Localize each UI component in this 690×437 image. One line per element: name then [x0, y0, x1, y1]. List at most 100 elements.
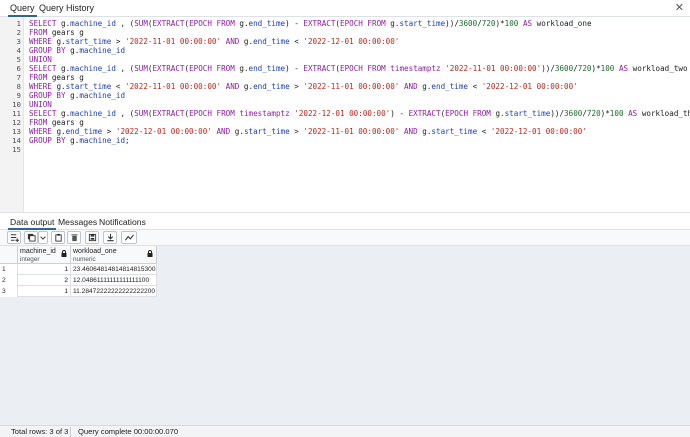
row-number[interactable]: 2	[0, 275, 18, 286]
code-token: ) -	[285, 19, 304, 28]
code-token: EXTRACT	[303, 19, 336, 28]
code-line[interactable]: SELECT g.machine_id , (SUM(EXTRACT(EPOCH…	[29, 109, 690, 118]
code-token: EPOCH FROM	[189, 109, 240, 118]
code-line[interactable]: FROM gears g	[29, 28, 84, 37]
cell-workload-one[interactable]: 11.28472222222222222200	[71, 286, 157, 297]
code-line[interactable]: GROUP BY g.machine_id	[29, 46, 125, 55]
code-token: GROUP BY	[29, 136, 71, 145]
code-token: UNION	[29, 55, 52, 64]
code-token: ) -	[285, 64, 304, 73]
tab-query-history[interactable]: Query History	[37, 2, 96, 17]
row-number[interactable]: 3	[0, 286, 18, 297]
lock-icon	[147, 250, 153, 257]
code-token: EXTRACT	[152, 64, 185, 73]
row-number[interactable]: 1	[0, 264, 18, 275]
column-header-workload-one[interactable]: workload_one numeric	[71, 246, 157, 264]
column-header-machine-id[interactable]: machine_id integer	[18, 246, 71, 264]
graph-visualiser-button[interactable]	[121, 231, 137, 244]
tab-messages[interactable]: Messages	[56, 216, 99, 230]
code-token: end_time	[65, 127, 103, 136]
code-token: g.	[495, 109, 505, 118]
code-token: machine_id	[79, 46, 126, 55]
code-token: '2022-12-01 00:00:00'	[115, 127, 212, 136]
save-data-button[interactable]	[85, 231, 99, 244]
line-number: 9	[16, 91, 21, 100]
cell-machine-id[interactable]: 1	[18, 286, 71, 297]
code-token: AS	[618, 64, 633, 73]
code-token: g.	[56, 82, 66, 91]
code-token: )*	[495, 19, 505, 28]
code-token: g.	[56, 127, 66, 136]
sql-editor[interactable]: 1 2 3 4 5 6 7 8 9 10 11 12 13 14 15 SELECT g.machine_i…	[0, 17, 690, 212]
table-row[interactable]: 2 2 12.04861111111111111100	[0, 275, 157, 286]
code-token: WHERE	[29, 127, 57, 136]
code-token: '2022-11-01 00:00:00'	[303, 127, 400, 136]
line-number: 12	[12, 118, 21, 127]
download-button[interactable]	[103, 231, 117, 244]
tab-query[interactable]: Query	[8, 2, 37, 17]
code-token: AND	[403, 127, 423, 136]
result-grid: machine_id integer workload_one numeric …	[0, 246, 690, 425]
code-token: '2022-11-01 00:00:00'	[303, 82, 400, 91]
tab-notifications[interactable]: Notifications	[97, 216, 148, 230]
code-line[interactable]: SELECT g.machine_id , (SUM(EXTRACT(EPOCH…	[29, 19, 592, 28]
code-token: 3600	[554, 64, 574, 73]
code-line[interactable]: WHERE g.end_time > '2022-12-01 00:00:00'…	[29, 127, 587, 136]
code-token: AND	[216, 127, 235, 136]
lock-icon	[61, 250, 67, 257]
code-token: ;	[125, 136, 130, 145]
cell-workload-one[interactable]: 23.46064814814814815300	[71, 264, 157, 275]
code-line[interactable]: GROUP BY g.machine_id	[29, 91, 125, 100]
code-token: , (	[115, 19, 135, 28]
code-line[interactable]: UNION	[29, 55, 52, 64]
data-output-toolbar	[0, 230, 690, 246]
code-token: '2022-12-01 00:00:00'	[303, 37, 400, 46]
code-token: machine_id	[79, 91, 126, 100]
paste-button[interactable]	[51, 231, 65, 244]
code-line[interactable]: SELECT g.machine_id , (SUM(EXTRACT(EPOCH…	[29, 64, 688, 73]
add-row-icon	[10, 234, 19, 242]
close-icon[interactable]: ✕	[675, 2, 684, 14]
code-token: gears g	[51, 118, 84, 127]
table-row[interactable]: 3 1 11.28472222222222222200	[0, 286, 157, 297]
code-token: , (	[115, 64, 135, 73]
copy-button[interactable]	[24, 231, 38, 244]
copy-icon	[27, 233, 36, 242]
code-token: EPOCH FROM	[189, 19, 240, 28]
code-line[interactable]: WHERE g.start_time > '2022-11-01 00:00:0…	[29, 37, 399, 46]
code-token: g.	[61, 64, 71, 73]
code-token: g.	[243, 82, 254, 91]
row-number-header[interactable]	[0, 246, 18, 264]
code-token: EXTRACT	[152, 19, 185, 28]
cell-machine-id[interactable]: 2	[18, 275, 71, 286]
code-token: 100	[600, 64, 615, 73]
graph-icon	[124, 234, 134, 241]
code-token: SUM	[134, 19, 148, 28]
code-token: FROM	[29, 73, 52, 82]
code-token: SELECT	[29, 64, 62, 73]
code-token: , (	[115, 109, 135, 118]
code-token: <	[289, 37, 304, 46]
code-line[interactable]: FROM gears g	[29, 73, 84, 82]
line-number: 15	[12, 145, 21, 154]
add-row-button[interactable]	[7, 231, 21, 244]
line-number: 4	[16, 46, 21, 55]
code-token: ) -	[390, 109, 409, 118]
paste-icon	[54, 233, 62, 242]
table-row[interactable]: 1 1 23.46064814814814815300	[0, 264, 157, 275]
code-line[interactable]: WHERE g.start_time < '2022-11-01 00:00:0…	[29, 82, 578, 91]
copy-options-dropdown[interactable]	[38, 231, 48, 244]
code-line[interactable]: UNION	[29, 100, 52, 109]
code-token: EXTRACT	[408, 109, 441, 118]
code-line[interactable]: FROM gears g	[29, 118, 84, 127]
delete-button[interactable]	[67, 231, 81, 244]
cell-workload-one[interactable]: 12.04861111111111111100	[71, 275, 157, 286]
column-name: machine_id	[20, 248, 56, 255]
cell-machine-id[interactable]: 1	[18, 264, 71, 275]
line-number: 2	[16, 28, 21, 37]
code-token: ))/	[541, 64, 555, 73]
code-token: machine_id	[79, 136, 126, 145]
code-line[interactable]: GROUP BY g.machine_id;	[29, 136, 130, 145]
tab-data-output[interactable]: Data output	[8, 216, 57, 230]
code-token: SUM	[134, 109, 148, 118]
